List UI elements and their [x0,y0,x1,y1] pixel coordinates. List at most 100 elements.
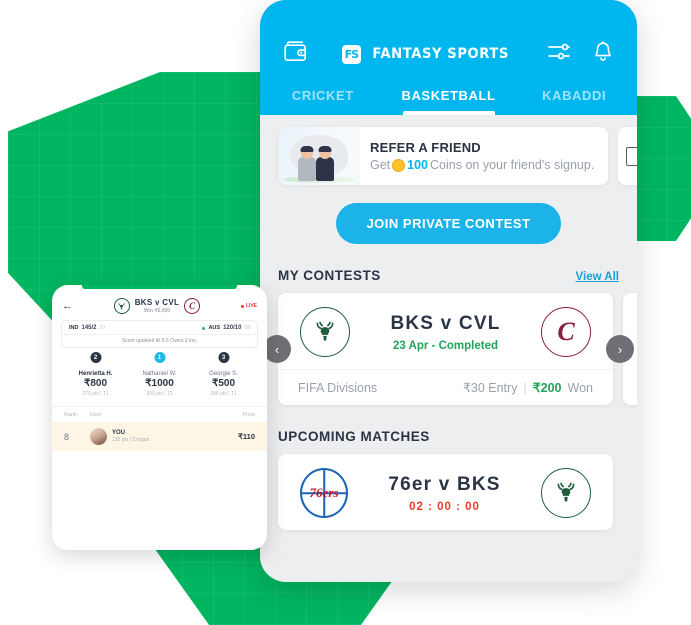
coin-icon [392,158,406,172]
contest-card-main: BKS v CVL 23 Apr - Completed C [278,293,613,369]
leaderboard-podium: 2 Henrietta H. ₹800 270 pts | T1 1 Natha… [52,348,267,397]
column-header-rank: Rank [64,412,77,418]
podium-player-prize: ₹500 [211,378,236,389]
contest-card[interactable]: BKS v CVL 23 Apr - Completed C FIFA Divi… [278,293,613,405]
illustration-person-left [297,146,317,181]
column-header-prize: Prize [242,412,255,418]
banner-text: REFER A FRIEND Get 100 Coins on your fri… [360,140,594,172]
banner-subtitle: Get 100 Coins on your friend's signup. [370,158,594,172]
avatar [90,428,107,445]
batting-indicator-icon [202,326,206,330]
podium-player-name: Nathaniel W. [142,371,177,377]
banner-title: REFER A FRIEND [370,140,481,155]
contest-card-list: BKS v CVL 23 Apr - Completed C FIFA Divi… [278,293,637,405]
podium-player-name: Georgie S. [209,371,238,377]
upcoming-matches-header: UPCOMING MATCHES [260,405,637,454]
ticket-icon [625,146,637,166]
referral-illustration [278,127,360,185]
contest-match-status: 23 Apr - Completed [392,339,498,352]
row-user-points: 130 pts | Cricjam [112,437,150,443]
row-user-name: YOU [112,430,126,436]
join-contest-row: JOIN PRIVATE CONTEST [260,203,637,244]
podium-player-3[interactable]: 3 Georgie S. ₹500 248 pts | T1 [198,351,250,397]
podium-rank-badge: 2 [89,351,102,364]
score-row: IND 145/2 20 AUS 120/10 08 [62,321,257,334]
column-header-user: User [90,412,102,418]
podium-rank-badge: 3 [217,351,230,364]
team2-score: 120/10 [223,325,242,331]
upcoming-match-card[interactable]: 76ers 76er v BKS 02 : 00 : 00 [278,454,613,530]
tab-kabaddi[interactable]: KABADDI [511,88,637,115]
contest-amounts: ₹30 Entry | ₹200 Won [462,380,593,396]
carousel-next-button[interactable]: › [606,335,634,363]
upcoming-card-main: 76ers 76er v BKS 02 : 00 : 00 [278,454,613,530]
banner-coin-count: 100 [407,158,429,172]
carousel-prev-button[interactable]: ‹ [263,335,291,363]
team1-overs: 20 [99,325,106,331]
tab-basketball[interactable]: BASKETBALL [386,88,512,115]
app-logo: FS FANTASY SPORTS [341,44,513,64]
upcoming-matches-title: UPCOMING MATCHES [278,429,430,444]
row-user: YOU 130 pts | Cricjam [90,428,221,445]
cavaliers-c-glyph: C [557,317,575,346]
live-dot-icon [240,304,244,308]
sixers-basketball-mark: 76ers [300,468,348,518]
app-header: FS FANTASY SPORTS CRICKET BASKETBALL KAB… [260,0,637,115]
podium-player-2[interactable]: 2 Henrietta H. ₹800 270 pts | T1 [70,351,122,397]
wallet-icon[interactable] [284,41,308,67]
score-team-1: IND 145/2 20 [69,325,105,331]
team-logo-76ers: 76ers [300,468,348,518]
contest-entry-fee: ₹30 Entry [462,381,518,395]
live-label: LIVE [245,303,257,309]
banner-sub-prefix: Get [370,158,391,172]
live-badge: LIVE [240,303,257,309]
team-logo-bucks [541,468,591,518]
next-promo-banner-peek[interactable] [618,127,637,185]
row-prize: ₹110 [238,432,255,441]
banner-sub-suffix: Coins on your friend's signup. [430,158,595,172]
view-all-link[interactable]: View All [576,271,619,283]
back-arrow-icon[interactable]: ← [62,300,73,312]
team-logo-bucks [300,307,350,357]
leaderboard-table-header: Rank User Prize [52,406,267,422]
podium-player-prize: ₹1000 [145,378,174,389]
podium-player-prize: ₹800 [83,378,108,389]
podium-player-1[interactable]: 1 Nathaniel W. ₹1000 300 pts | T2 [134,351,186,397]
amount-divider: | [523,380,527,395]
app-content: REFER A FRIEND Get 100 Coins on your fri… [260,115,637,573]
cavaliers-c-glyph: C [189,300,196,311]
contest-win-amount: Win ₹6,000 [143,308,171,314]
upcoming-match-title: 76er v BKS [388,473,501,495]
contest-match-info: BKS v CVL 23 Apr - Completed [390,313,500,352]
podium-player-points: 270 pts | T1 [82,391,109,397]
score-team-2: AUS 120/10 08 [202,325,250,331]
refer-a-friend-banner[interactable]: REFER A FRIEND Get 100 Coins on your fri… [278,127,608,185]
my-contests-header: MY CONTESTS View All [260,244,637,293]
logo-mark: FS [341,44,361,64]
contest-league-name: FIFA Divisions [298,380,378,395]
podium-player-name: Henrietta H. [78,371,113,377]
join-private-contest-button[interactable]: JOIN PRIVATE CONTEST [336,203,561,244]
podium-rank-badge: 1 [153,351,166,364]
upcoming-matches-list: 76ers 76er v BKS 02 : 00 : 00 [260,454,637,530]
bell-icon[interactable] [593,40,613,68]
contest-won-label: Won [567,380,593,395]
team2-name: AUS [208,325,221,331]
team1-score: 145/2 [81,325,97,331]
podium-player-points: 248 pts | T1 [210,391,237,397]
tab-cricket[interactable]: CRICKET [260,88,386,115]
contest-title-text: BKS v CVL Win ₹6,000 [135,298,180,314]
contest-won-amount: ₹200 [532,381,562,395]
score-panel: IND 145/2 20 AUS 120/10 08 Score updated… [61,320,258,348]
sliders-icon[interactable] [547,42,571,67]
logo-text: FANTASY SPORTS [372,46,509,62]
score-update-note: Score updated till 8.5 Overs 2 inn. [62,334,257,347]
main-phone-mockup: FS FANTASY SPORTS CRICKET BASKETBALL KAB… [260,0,637,582]
team2-overs: 08 [244,325,250,331]
team-logo-cavaliers: C [184,298,201,314]
table-row[interactable]: 8 YOU 130 pts | Cricjam ₹110 [52,422,267,451]
sport-tabs: CRICKET BASKETBALL KABADDI [260,88,637,115]
upcoming-match-info: 76er v BKS 02 : 00 : 00 [388,474,500,513]
header-icon-row: FS FANTASY SPORTS [260,36,637,72]
my-contests-carousel: BKS v CVL 23 Apr - Completed C FIFA Divi… [260,293,637,405]
